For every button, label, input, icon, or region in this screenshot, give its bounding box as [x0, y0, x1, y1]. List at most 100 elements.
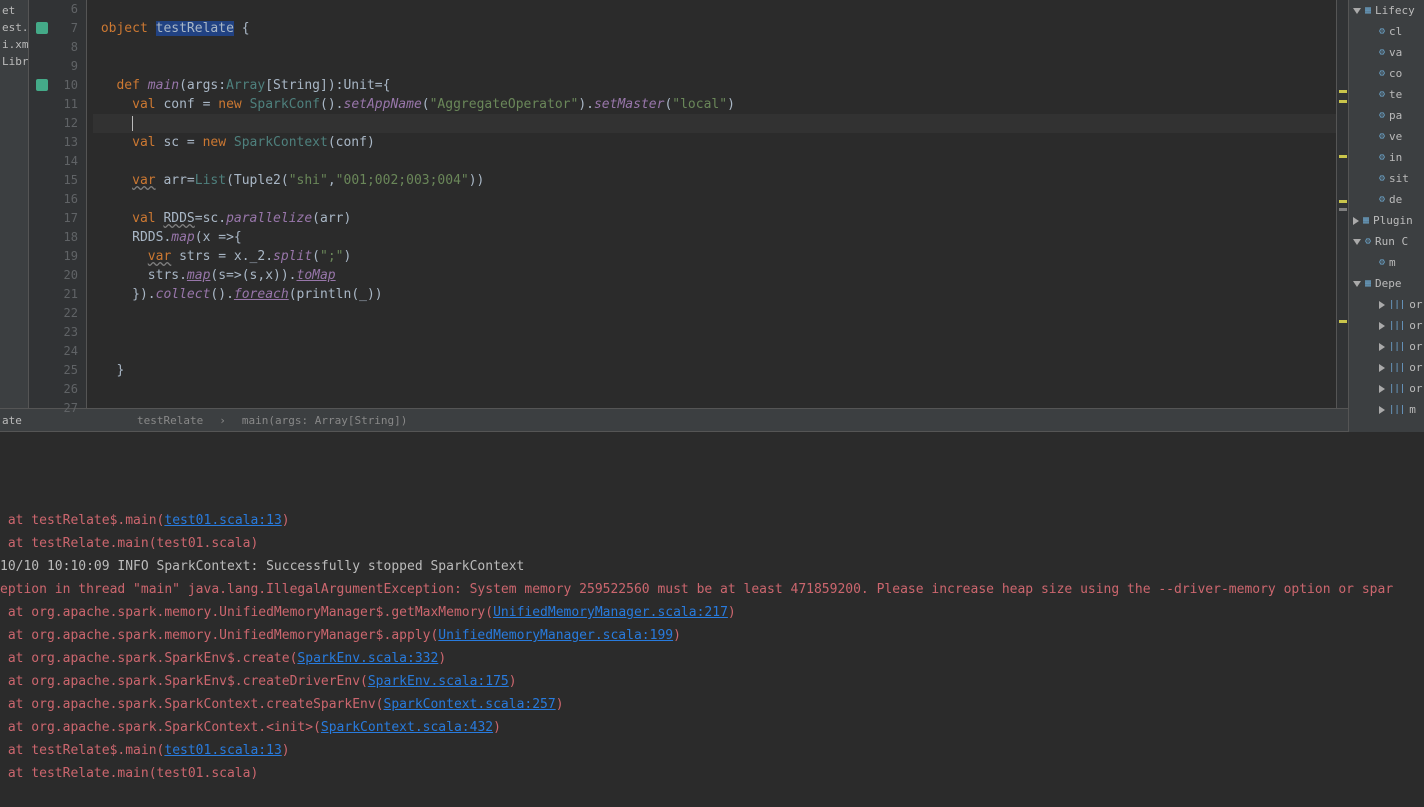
stacktrace-link[interactable]: SparkEnv.scala:175	[368, 674, 509, 689]
line-number[interactable]: 6	[29, 0, 78, 19]
code-line[interactable]	[93, 399, 1336, 418]
code-line[interactable]: def main(args:Array[String]):Unit={	[93, 76, 1336, 95]
console-line[interactable]: at testRelate.main(test01.scala)	[0, 532, 1424, 555]
line-number[interactable]: 14	[29, 152, 78, 171]
tree-node[interactable]: |||m	[1349, 399, 1424, 420]
line-number[interactable]: 13	[29, 133, 78, 152]
code-line[interactable]	[93, 304, 1336, 323]
code-line[interactable]	[93, 0, 1336, 19]
code-line[interactable]: val RDDS=sc.parallelize(arr)	[93, 209, 1336, 228]
collapse-icon[interactable]	[1353, 8, 1361, 14]
expand-icon[interactable]	[1379, 301, 1385, 309]
tree-node[interactable]: |||or	[1349, 315, 1424, 336]
code-editor[interactable]: 6789101112131415161718192021222324252627…	[29, 0, 1348, 408]
console-settings-icon[interactable]: ⚙ ↓	[1380, 432, 1416, 435]
code-line[interactable]	[93, 114, 1336, 133]
code-line[interactable]: strs.map(s=>(s,x)).toMap	[93, 266, 1336, 285]
error-stripe[interactable]	[1336, 0, 1348, 408]
code-line[interactable]	[93, 38, 1336, 57]
code-line[interactable]	[93, 323, 1336, 342]
console-line[interactable]	[0, 785, 1424, 807]
expand-icon[interactable]	[1379, 364, 1385, 372]
line-number[interactable]: 25	[29, 361, 78, 380]
code-line[interactable]: }	[93, 361, 1336, 380]
run-tab[interactable]: ate	[0, 408, 29, 432]
tree-node[interactable]: ⚙Run C	[1349, 231, 1424, 252]
tree-node[interactable]: ⚙te	[1349, 84, 1424, 105]
line-number[interactable]: 12	[29, 114, 78, 133]
expand-icon[interactable]	[1379, 406, 1385, 414]
collapse-icon[interactable]	[1353, 239, 1361, 245]
stacktrace-link[interactable]: test01.scala:13	[164, 513, 281, 528]
stacktrace-link[interactable]: SparkContext.scala:432	[321, 720, 493, 735]
run-console[interactable]: ⚙ ↓ at testRelate$.main(test01.scala:13)…	[0, 432, 1424, 807]
line-number[interactable]: 16	[29, 190, 78, 209]
stacktrace-link[interactable]: UnifiedMemoryManager.scala:217	[493, 605, 728, 620]
tree-node[interactable]: ⚙sit	[1349, 168, 1424, 189]
tree-node[interactable]: |||or	[1349, 357, 1424, 378]
console-line[interactable]: at org.apache.spark.SparkEnv$.createDriv…	[0, 670, 1424, 693]
console-line[interactable]: at testRelate$.main(test01.scala:13)	[0, 739, 1424, 762]
code-line[interactable]	[93, 190, 1336, 209]
line-number[interactable]: 8	[29, 38, 78, 57]
line-number[interactable]: 18	[29, 228, 78, 247]
expand-icon[interactable]	[1379, 385, 1385, 393]
code-line[interactable]	[93, 380, 1336, 399]
expand-icon[interactable]	[1379, 322, 1385, 330]
code-line[interactable]: object testRelate {	[93, 19, 1336, 38]
code-line[interactable]	[93, 152, 1336, 171]
warning-marker[interactable]	[1339, 90, 1347, 93]
tree-node[interactable]: |||or	[1349, 336, 1424, 357]
expand-icon[interactable]	[1379, 343, 1385, 351]
console-line[interactable]: eption in thread "main" java.lang.Illega…	[0, 578, 1424, 601]
line-number[interactable]: 7	[29, 19, 78, 38]
stacktrace-link[interactable]: test01.scala:13	[164, 743, 281, 758]
stacktrace-link[interactable]: SparkContext.scala:257	[384, 697, 556, 712]
line-number[interactable]: 24	[29, 342, 78, 361]
object-gutter-icon[interactable]	[35, 21, 49, 35]
line-number[interactable]: 22	[29, 304, 78, 323]
code-line[interactable]: val sc = new SparkContext(conf)	[93, 133, 1336, 152]
line-number[interactable]: 9	[29, 57, 78, 76]
project-item[interactable]: et	[0, 2, 28, 19]
code-line[interactable]: }).collect().foreach(println(_))	[93, 285, 1336, 304]
console-line[interactable]: 10/10 10:10:09 INFO SparkContext: Succes…	[0, 555, 1424, 578]
code-line[interactable]: RDDS.map(x =>{	[93, 228, 1336, 247]
console-line[interactable]: at org.apache.spark.SparkContext.createS…	[0, 693, 1424, 716]
console-line[interactable]: at org.apache.spark.memory.UnifiedMemory…	[0, 601, 1424, 624]
console-line[interactable]: at org.apache.spark.SparkContext.<init>(…	[0, 716, 1424, 739]
project-item[interactable]: Libra	[0, 53, 28, 70]
tree-node[interactable]: ⚙va	[1349, 42, 1424, 63]
maven-tool-window[interactable]: ▦Lifecy⚙cl⚙va⚙co⚙te⚙pa⚙ve⚙in⚙sit⚙de▦Plug…	[1348, 0, 1424, 432]
console-line[interactable]: at testRelate.main(test01.scala)	[0, 762, 1424, 785]
project-item[interactable]: i.xml	[0, 36, 28, 53]
tree-node[interactable]: ▦Lifecy	[1349, 0, 1424, 21]
line-number[interactable]: 15	[29, 171, 78, 190]
console-line[interactable]: at testRelate$.main(test01.scala:13)	[0, 509, 1424, 532]
tree-node[interactable]: ⚙ve	[1349, 126, 1424, 147]
line-number[interactable]: 27	[29, 399, 78, 418]
code-line[interactable]: var strs = x._2.split(";")	[93, 247, 1336, 266]
line-number[interactable]: 11	[29, 95, 78, 114]
tree-node[interactable]: ▦Plugin	[1349, 210, 1424, 231]
tree-node[interactable]: ⚙de	[1349, 189, 1424, 210]
line-number[interactable]: 17	[29, 209, 78, 228]
warning-marker[interactable]	[1339, 208, 1347, 211]
tree-node[interactable]: ⚙cl	[1349, 21, 1424, 42]
stacktrace-link[interactable]: SparkEnv.scala:332	[297, 651, 438, 666]
expand-icon[interactable]	[1353, 217, 1359, 225]
warning-marker[interactable]	[1339, 320, 1347, 323]
code-line[interactable]	[93, 342, 1336, 361]
stacktrace-link[interactable]: UnifiedMemoryManager.scala:199	[438, 628, 673, 643]
editor-gutter[interactable]: 6789101112131415161718192021222324252627	[29, 0, 87, 408]
warning-marker[interactable]	[1339, 100, 1347, 103]
editor-content[interactable]: object testRelate { def main(args:Array[…	[87, 0, 1336, 408]
line-number[interactable]: 10	[29, 76, 78, 95]
line-number[interactable]: 26	[29, 380, 78, 399]
tree-node[interactable]: ▦Depe	[1349, 273, 1424, 294]
code-line[interactable]: var arr=List(Tuple2("shi","001;002;003;0…	[93, 171, 1336, 190]
method-gutter-icon[interactable]	[35, 78, 49, 92]
console-line[interactable]: at org.apache.spark.SparkEnv$.create(Spa…	[0, 647, 1424, 670]
tree-node[interactable]: ⚙co	[1349, 63, 1424, 84]
warning-marker[interactable]	[1339, 155, 1347, 158]
